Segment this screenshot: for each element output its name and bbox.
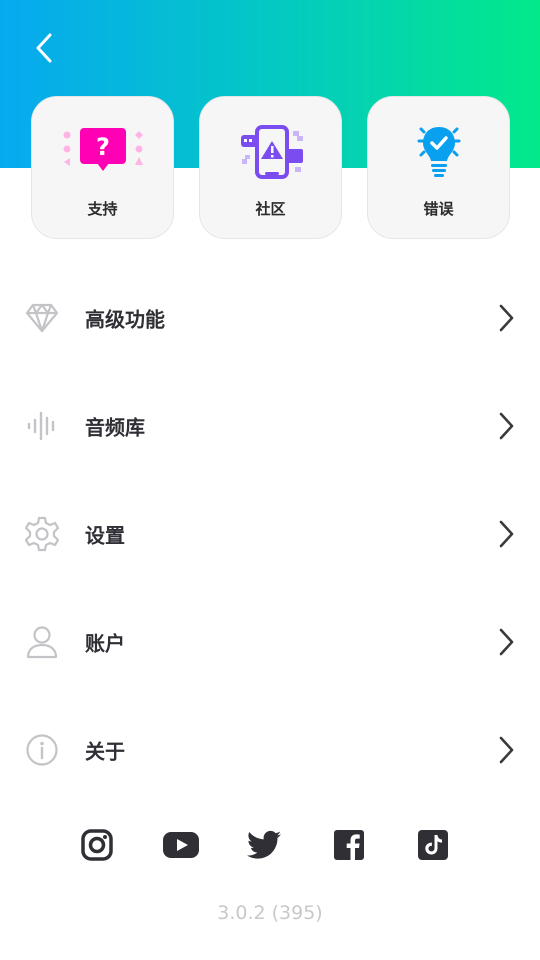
menu-item-audio-library[interactable]: 音频库 [0,372,540,480]
chevron-left-icon [36,33,52,63]
twitter-button[interactable] [247,828,281,862]
chevron-right-icon [492,410,520,442]
support-card[interactable]: ? 支持 [31,96,174,239]
menu-item-audio-library-label: 音频库 [85,415,145,440]
twitter-icon [247,830,281,859]
gear-icon [22,514,62,554]
tiktok-icon [418,830,448,860]
chevron-right-icon [492,518,520,550]
menu-item-settings[interactable]: 设置 [0,480,540,588]
support-card-label: 支持 [87,200,118,218]
app-version: 3.0.2 (395) [217,902,323,924]
bug-lightbulb-icon [397,125,481,181]
community-card-label: 社区 [255,200,286,218]
chevron-right-icon [492,302,520,334]
menu-item-premium-label: 高级功能 [85,307,165,332]
youtube-button[interactable] [162,828,200,862]
menu-item-account-label: 账户 [85,631,125,656]
menu-item-about[interactable]: 关于 [0,696,540,804]
info-icon [22,730,62,770]
bug-card-label: 错误 [423,200,454,218]
bug-card[interactable]: 错误 [367,96,510,239]
quick-cards: ? 支持 社区 错误 [31,96,512,241]
support-question-icon: ? [61,125,145,181]
menu-item-about-label: 关于 [85,739,125,764]
user-icon [22,622,62,662]
svg-text:?: ? [96,133,110,161]
back-button[interactable] [22,26,66,70]
community-card[interactable]: 社区 [199,96,342,239]
instagram-icon [81,829,113,861]
instagram-button[interactable] [80,828,114,862]
menu-item-premium[interactable]: 高级功能 [0,264,540,372]
menu-item-account[interactable]: 账户 [0,588,540,696]
tiktok-button[interactable] [416,828,450,862]
youtube-icon [163,832,199,858]
diamond-icon [22,298,62,338]
menu-item-settings-label: 设置 [85,523,125,548]
audio-wave-icon [22,406,62,446]
facebook-button[interactable] [332,828,366,862]
chevron-right-icon [492,626,520,658]
community-phone-icon [229,125,313,181]
facebook-icon [334,830,364,860]
chevron-right-icon [492,734,520,766]
